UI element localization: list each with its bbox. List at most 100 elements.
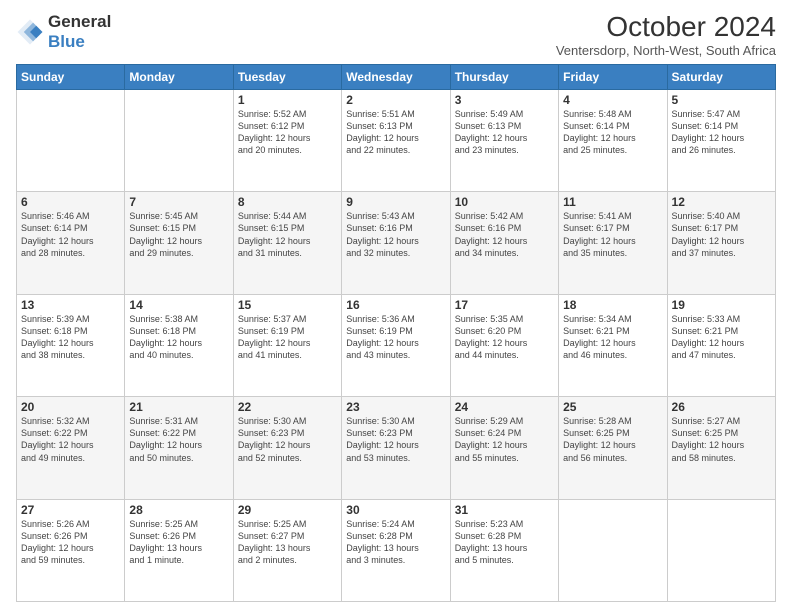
calendar-cell: 23Sunrise: 5:30 AM Sunset: 6:23 PM Dayli…	[342, 397, 450, 499]
calendar-cell: 25Sunrise: 5:28 AM Sunset: 6:25 PM Dayli…	[559, 397, 667, 499]
calendar-cell: 6Sunrise: 5:46 AM Sunset: 6:14 PM Daylig…	[17, 192, 125, 294]
day-info: Sunrise: 5:25 AM Sunset: 6:27 PM Dayligh…	[238, 518, 337, 567]
calendar-cell	[17, 89, 125, 191]
day-info: Sunrise: 5:37 AM Sunset: 6:19 PM Dayligh…	[238, 313, 337, 362]
day-info: Sunrise: 5:48 AM Sunset: 6:14 PM Dayligh…	[563, 108, 662, 157]
day-number: 17	[455, 298, 554, 312]
day-number: 13	[21, 298, 120, 312]
title-block: October 2024 Ventersdorp, North-West, So…	[556, 12, 776, 58]
calendar-day-header: Tuesday	[233, 64, 341, 89]
calendar-table: SundayMondayTuesdayWednesdayThursdayFrid…	[16, 64, 776, 602]
calendar-cell: 29Sunrise: 5:25 AM Sunset: 6:27 PM Dayli…	[233, 499, 341, 601]
day-number: 6	[21, 195, 120, 209]
calendar-day-header: Thursday	[450, 64, 558, 89]
day-info: Sunrise: 5:42 AM Sunset: 6:16 PM Dayligh…	[455, 210, 554, 259]
day-info: Sunrise: 5:30 AM Sunset: 6:23 PM Dayligh…	[346, 415, 445, 464]
day-info: Sunrise: 5:45 AM Sunset: 6:15 PM Dayligh…	[129, 210, 228, 259]
day-number: 25	[563, 400, 662, 414]
day-info: Sunrise: 5:32 AM Sunset: 6:22 PM Dayligh…	[21, 415, 120, 464]
day-number: 12	[672, 195, 771, 209]
calendar-week-row: 20Sunrise: 5:32 AM Sunset: 6:22 PM Dayli…	[17, 397, 776, 499]
calendar-cell: 5Sunrise: 5:47 AM Sunset: 6:14 PM Daylig…	[667, 89, 775, 191]
day-number: 28	[129, 503, 228, 517]
day-number: 11	[563, 195, 662, 209]
calendar-cell: 12Sunrise: 5:40 AM Sunset: 6:17 PM Dayli…	[667, 192, 775, 294]
day-number: 18	[563, 298, 662, 312]
day-number: 8	[238, 195, 337, 209]
day-info: Sunrise: 5:43 AM Sunset: 6:16 PM Dayligh…	[346, 210, 445, 259]
day-number: 2	[346, 93, 445, 107]
header: General Blue October 2024 Ventersdorp, N…	[16, 12, 776, 58]
day-number: 27	[21, 503, 120, 517]
day-number: 1	[238, 93, 337, 107]
calendar-cell: 24Sunrise: 5:29 AM Sunset: 6:24 PM Dayli…	[450, 397, 558, 499]
calendar-cell: 15Sunrise: 5:37 AM Sunset: 6:19 PM Dayli…	[233, 294, 341, 396]
calendar-week-row: 13Sunrise: 5:39 AM Sunset: 6:18 PM Dayli…	[17, 294, 776, 396]
calendar-week-row: 27Sunrise: 5:26 AM Sunset: 6:26 PM Dayli…	[17, 499, 776, 601]
day-info: Sunrise: 5:27 AM Sunset: 6:25 PM Dayligh…	[672, 415, 771, 464]
day-info: Sunrise: 5:30 AM Sunset: 6:23 PM Dayligh…	[238, 415, 337, 464]
day-info: Sunrise: 5:31 AM Sunset: 6:22 PM Dayligh…	[129, 415, 228, 464]
day-info: Sunrise: 5:36 AM Sunset: 6:19 PM Dayligh…	[346, 313, 445, 362]
calendar-cell: 17Sunrise: 5:35 AM Sunset: 6:20 PM Dayli…	[450, 294, 558, 396]
day-info: Sunrise: 5:38 AM Sunset: 6:18 PM Dayligh…	[129, 313, 228, 362]
calendar-day-header: Wednesday	[342, 64, 450, 89]
day-number: 7	[129, 195, 228, 209]
day-info: Sunrise: 5:47 AM Sunset: 6:14 PM Dayligh…	[672, 108, 771, 157]
day-info: Sunrise: 5:46 AM Sunset: 6:14 PM Dayligh…	[21, 210, 120, 259]
calendar-cell: 14Sunrise: 5:38 AM Sunset: 6:18 PM Dayli…	[125, 294, 233, 396]
calendar-week-row: 1Sunrise: 5:52 AM Sunset: 6:12 PM Daylig…	[17, 89, 776, 191]
day-info: Sunrise: 5:49 AM Sunset: 6:13 PM Dayligh…	[455, 108, 554, 157]
day-number: 30	[346, 503, 445, 517]
calendar-cell	[125, 89, 233, 191]
calendar-cell: 31Sunrise: 5:23 AM Sunset: 6:28 PM Dayli…	[450, 499, 558, 601]
day-number: 26	[672, 400, 771, 414]
calendar-cell: 13Sunrise: 5:39 AM Sunset: 6:18 PM Dayli…	[17, 294, 125, 396]
month-title: October 2024	[556, 12, 776, 43]
day-number: 29	[238, 503, 337, 517]
calendar-cell: 20Sunrise: 5:32 AM Sunset: 6:22 PM Dayli…	[17, 397, 125, 499]
day-info: Sunrise: 5:34 AM Sunset: 6:21 PM Dayligh…	[563, 313, 662, 362]
day-info: Sunrise: 5:41 AM Sunset: 6:17 PM Dayligh…	[563, 210, 662, 259]
calendar-cell: 19Sunrise: 5:33 AM Sunset: 6:21 PM Dayli…	[667, 294, 775, 396]
logo: General Blue	[16, 12, 111, 51]
location-subtitle: Ventersdorp, North-West, South Africa	[556, 43, 776, 58]
calendar-cell: 21Sunrise: 5:31 AM Sunset: 6:22 PM Dayli…	[125, 397, 233, 499]
day-number: 21	[129, 400, 228, 414]
day-number: 20	[21, 400, 120, 414]
calendar-day-header: Saturday	[667, 64, 775, 89]
logo-icon	[16, 18, 44, 46]
calendar-cell: 10Sunrise: 5:42 AM Sunset: 6:16 PM Dayli…	[450, 192, 558, 294]
day-number: 19	[672, 298, 771, 312]
day-info: Sunrise: 5:35 AM Sunset: 6:20 PM Dayligh…	[455, 313, 554, 362]
calendar-header-row: SundayMondayTuesdayWednesdayThursdayFrid…	[17, 64, 776, 89]
day-number: 23	[346, 400, 445, 414]
calendar-day-header: Friday	[559, 64, 667, 89]
calendar-cell: 9Sunrise: 5:43 AM Sunset: 6:16 PM Daylig…	[342, 192, 450, 294]
logo-line1: General	[48, 12, 111, 32]
day-info: Sunrise: 5:33 AM Sunset: 6:21 PM Dayligh…	[672, 313, 771, 362]
calendar-cell: 8Sunrise: 5:44 AM Sunset: 6:15 PM Daylig…	[233, 192, 341, 294]
calendar-cell: 3Sunrise: 5:49 AM Sunset: 6:13 PM Daylig…	[450, 89, 558, 191]
calendar-cell: 7Sunrise: 5:45 AM Sunset: 6:15 PM Daylig…	[125, 192, 233, 294]
calendar-cell: 4Sunrise: 5:48 AM Sunset: 6:14 PM Daylig…	[559, 89, 667, 191]
calendar-cell: 26Sunrise: 5:27 AM Sunset: 6:25 PM Dayli…	[667, 397, 775, 499]
day-info: Sunrise: 5:51 AM Sunset: 6:13 PM Dayligh…	[346, 108, 445, 157]
day-info: Sunrise: 5:28 AM Sunset: 6:25 PM Dayligh…	[563, 415, 662, 464]
calendar-cell: 22Sunrise: 5:30 AM Sunset: 6:23 PM Dayli…	[233, 397, 341, 499]
day-number: 9	[346, 195, 445, 209]
day-info: Sunrise: 5:39 AM Sunset: 6:18 PM Dayligh…	[21, 313, 120, 362]
day-info: Sunrise: 5:24 AM Sunset: 6:28 PM Dayligh…	[346, 518, 445, 567]
day-info: Sunrise: 5:25 AM Sunset: 6:26 PM Dayligh…	[129, 518, 228, 567]
day-number: 14	[129, 298, 228, 312]
day-number: 10	[455, 195, 554, 209]
calendar-day-header: Sunday	[17, 64, 125, 89]
calendar-cell	[667, 499, 775, 601]
day-number: 15	[238, 298, 337, 312]
day-info: Sunrise: 5:44 AM Sunset: 6:15 PM Dayligh…	[238, 210, 337, 259]
calendar-cell: 27Sunrise: 5:26 AM Sunset: 6:26 PM Dayli…	[17, 499, 125, 601]
calendar-cell: 30Sunrise: 5:24 AM Sunset: 6:28 PM Dayli…	[342, 499, 450, 601]
calendar-cell: 2Sunrise: 5:51 AM Sunset: 6:13 PM Daylig…	[342, 89, 450, 191]
day-number: 22	[238, 400, 337, 414]
day-number: 24	[455, 400, 554, 414]
